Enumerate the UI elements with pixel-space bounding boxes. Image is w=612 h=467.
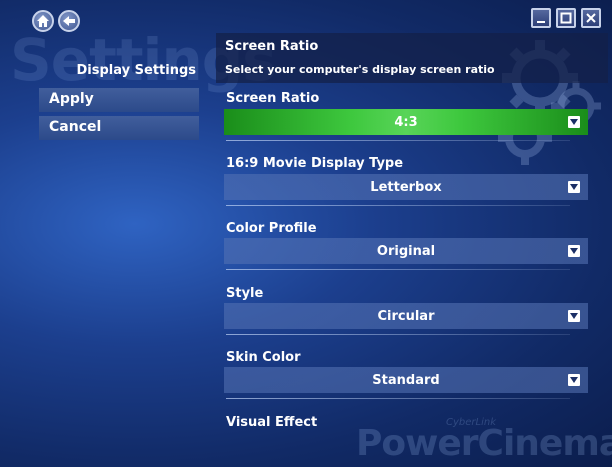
style-label: Style bbox=[226, 286, 264, 301]
color-profile-label: Color Profile bbox=[226, 221, 317, 236]
divider bbox=[226, 334, 570, 335]
style-dropdown[interactable]: Circular bbox=[224, 303, 588, 329]
chevron-down-icon bbox=[568, 116, 580, 128]
brand-name: PowerCinema bbox=[356, 423, 612, 464]
back-arrow-icon bbox=[63, 16, 75, 26]
divider bbox=[226, 398, 570, 399]
cancel-button[interactable]: Cancel bbox=[39, 116, 199, 140]
home-icon bbox=[37, 15, 49, 27]
close-button[interactable] bbox=[581, 8, 601, 28]
movie-display-type-value: Letterbox bbox=[370, 179, 442, 195]
chevron-down-icon bbox=[568, 245, 580, 257]
screen-ratio-label: Screen Ratio bbox=[226, 91, 320, 106]
description-text: Select your computer's display screen ra… bbox=[225, 63, 495, 76]
home-button[interactable] bbox=[32, 10, 54, 32]
description-title: Screen Ratio bbox=[225, 39, 319, 54]
divider bbox=[226, 140, 570, 141]
divider bbox=[226, 269, 570, 270]
color-profile-dropdown[interactable]: Original bbox=[224, 238, 588, 264]
panel-title: Display Settings bbox=[76, 63, 196, 78]
maximize-icon bbox=[560, 12, 572, 24]
skin-color-label: Skin Color bbox=[226, 350, 301, 365]
screen-ratio-dropdown[interactable]: 4:3 bbox=[224, 109, 588, 135]
chevron-down-icon bbox=[568, 374, 580, 386]
close-icon bbox=[586, 13, 596, 23]
visual-effect-label: Visual Effect bbox=[226, 415, 318, 430]
screen-ratio-value: 4:3 bbox=[394, 114, 418, 130]
minimize-icon bbox=[537, 21, 545, 23]
option-description-box: Screen Ratio Select your computer's disp… bbox=[216, 33, 608, 83]
minimize-button[interactable] bbox=[531, 8, 551, 28]
back-button[interactable] bbox=[58, 10, 80, 32]
style-value: Circular bbox=[377, 308, 435, 324]
maximize-button[interactable] bbox=[556, 8, 576, 28]
apply-button[interactable]: Apply bbox=[39, 88, 199, 112]
movie-display-type-dropdown[interactable]: Letterbox bbox=[224, 174, 588, 200]
movie-display-type-label: 16:9 Movie Display Type bbox=[226, 156, 404, 171]
chevron-down-icon bbox=[568, 310, 580, 322]
chevron-down-icon bbox=[568, 181, 580, 193]
skin-color-value: Standard bbox=[372, 372, 440, 388]
divider bbox=[226, 205, 570, 206]
color-profile-value: Original bbox=[376, 243, 436, 259]
skin-color-dropdown[interactable]: Standard bbox=[224, 367, 588, 393]
brand-logo: CyberLink PowerCinema bbox=[356, 417, 612, 467]
